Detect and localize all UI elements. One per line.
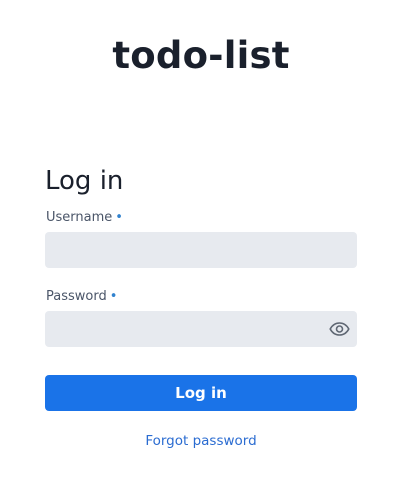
form-title: Log in (45, 166, 124, 196)
forgot-password-link[interactable]: Forgot password (45, 433, 357, 449)
password-input[interactable] (45, 311, 357, 347)
login-button[interactable]: Log in (45, 375, 357, 411)
username-label-text: Username (46, 210, 113, 225)
login-page: todo-list Log in Username • Password • L… (0, 0, 410, 501)
password-required-marker: • (109, 289, 118, 304)
username-input[interactable] (45, 232, 357, 268)
password-label-text: Password (46, 289, 107, 304)
login-form: Log in Username • Password • Log in Forg… (45, 163, 357, 449)
app-title: todo-list (112, 34, 290, 77)
show-password-toggle[interactable] (328, 319, 350, 339)
username-label: Username • (46, 209, 357, 227)
username-required-marker: • (115, 210, 123, 225)
eye-icon (328, 322, 350, 336)
password-field-wrapper (45, 311, 357, 347)
username-field-wrapper (45, 232, 357, 268)
password-label: Password • (46, 288, 357, 306)
